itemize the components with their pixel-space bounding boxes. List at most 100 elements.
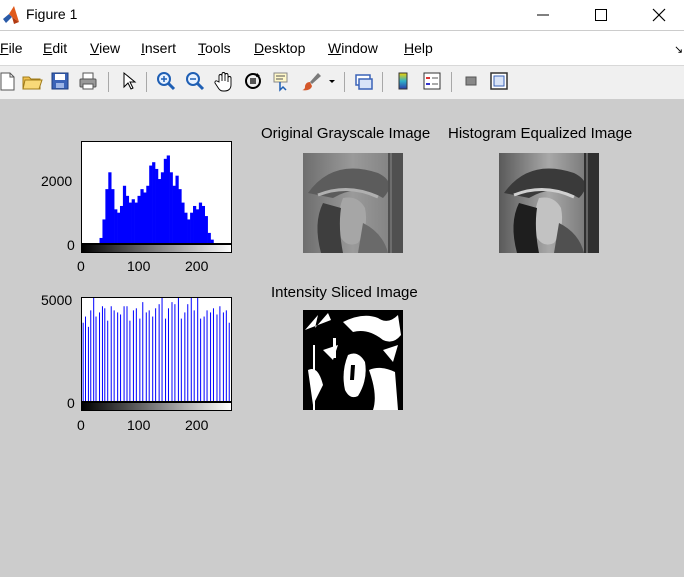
zoom-in-icon[interactable] xyxy=(155,70,177,92)
figure-toolbar xyxy=(0,65,684,100)
original-grayscale-image[interactable] xyxy=(303,153,403,253)
menu-desktop-label: esktop xyxy=(264,40,306,56)
histogram-bar xyxy=(187,219,191,243)
hist2-xtick-0: 0 xyxy=(77,417,85,433)
toolbar-separator xyxy=(451,72,452,92)
menu-help[interactable]: Help xyxy=(404,40,433,56)
histogram-bar xyxy=(125,195,130,243)
intensity-sliced-image[interactable] xyxy=(303,310,403,410)
open-file-icon[interactable] xyxy=(21,70,43,92)
edit-plot-icon[interactable] xyxy=(118,70,140,92)
histogram-bar xyxy=(178,189,182,243)
menu-edit-mnemonic: E xyxy=(43,40,53,56)
save-figure-icon[interactable] xyxy=(49,70,71,92)
maximize-button[interactable] xyxy=(572,0,630,30)
menu-file-label: ile xyxy=(8,40,23,56)
menu-help-mnemonic: H xyxy=(404,40,415,56)
histogram-original-axes[interactable] xyxy=(81,141,232,244)
sliced-image-title: Intensity Sliced Image xyxy=(271,284,418,301)
show-plot-tools-icon[interactable] xyxy=(488,70,510,92)
new-figure-icon[interactable] xyxy=(0,70,18,92)
histogram-bar xyxy=(190,212,194,243)
minimize-icon xyxy=(537,14,549,16)
figure-canvas: 2000 0 0 100 200 5000 0 0 100 200 Origin… xyxy=(0,99,684,577)
histogram-bar xyxy=(210,239,214,243)
menu-tools[interactable]: Tools xyxy=(198,40,231,56)
menu-desktop[interactable]: Desktop xyxy=(254,40,305,56)
histogram-bar xyxy=(163,158,168,243)
histogram-original-colorbar xyxy=(81,244,232,253)
maximize-icon xyxy=(595,9,607,21)
brush-dropdown-icon[interactable] xyxy=(326,70,338,92)
toolbar-separator xyxy=(108,72,109,92)
menu-help-label: elp xyxy=(414,40,433,56)
toolbar-separator xyxy=(146,72,147,92)
histogram-bar xyxy=(169,172,173,243)
histogram-bar xyxy=(137,195,141,243)
matlab-logo-icon xyxy=(3,6,19,24)
histogram-bar xyxy=(152,162,156,243)
zoom-out-icon[interactable] xyxy=(184,70,206,92)
menu-edit[interactable]: Edit xyxy=(43,40,67,56)
toolbar-separator xyxy=(344,72,345,92)
menu-view-label: iew xyxy=(99,40,121,56)
histogram-bar xyxy=(119,205,124,243)
close-button[interactable] xyxy=(630,0,684,30)
menu-window[interactable]: Window xyxy=(328,40,378,56)
histogram-bar xyxy=(166,155,170,243)
histogram-bar xyxy=(204,216,208,243)
menu-insert[interactable]: Insert xyxy=(141,40,176,56)
pan-icon[interactable] xyxy=(213,70,235,92)
hist2-ytick-0: 0 xyxy=(67,395,75,411)
menu-tools-label: ools xyxy=(205,40,231,56)
equalized-image-title: Histogram Equalized Image xyxy=(448,125,633,142)
insert-legend-icon[interactable] xyxy=(421,70,443,92)
hist1-ytick-0: 0 xyxy=(67,237,75,253)
hist1-xtick-0: 0 xyxy=(77,258,85,274)
link-plot-icon[interactable] xyxy=(353,70,375,92)
menu-window-label: indow xyxy=(341,40,378,56)
histogram-bar xyxy=(181,202,185,243)
histogram-bar xyxy=(175,175,179,243)
hide-plot-tools-icon[interactable] xyxy=(460,70,482,92)
histogram-bar xyxy=(99,237,103,243)
hist2-xtick-100: 100 xyxy=(127,417,151,433)
histogram-bar xyxy=(102,219,106,243)
title-bar[interactable]: Figure 1 xyxy=(0,0,684,30)
menu-file[interactable]: File xyxy=(0,40,23,56)
histogram-bar xyxy=(160,172,165,243)
histogram-bar xyxy=(172,185,176,243)
close-icon xyxy=(652,8,666,22)
histogram-bar xyxy=(157,179,162,243)
hist2-ytick-5000: 5000 xyxy=(41,292,73,308)
menu-bar: File Edit View Insert Tools Desktop Wind… xyxy=(0,31,684,65)
original-image-title: Original Grayscale Image xyxy=(261,125,431,142)
menu-desktop-mnemonic: D xyxy=(254,40,265,56)
menu-view[interactable]: View xyxy=(90,40,120,56)
menu-overflow-arrow[interactable]: ↘ xyxy=(674,43,683,56)
menu-file-mnemonic: F xyxy=(0,40,9,56)
hist1-xtick-200: 200 xyxy=(185,258,209,274)
figure-window: Figure 1 File Edit View Insert Tools Des… xyxy=(0,0,684,577)
histogram-bar xyxy=(134,202,138,243)
histogram-equalized-image[interactable] xyxy=(499,153,599,253)
menu-insert-label: nsert xyxy=(144,40,177,56)
print-figure-icon[interactable] xyxy=(77,70,99,92)
histogram-equalized-plot xyxy=(82,298,230,401)
histogram-bar xyxy=(207,232,211,243)
hist2-xtick-200: 200 xyxy=(185,417,209,433)
histogram-bar xyxy=(131,199,135,243)
histogram-equalized-axes[interactable] xyxy=(81,297,232,402)
toolbar-separator xyxy=(382,72,383,92)
brush-icon[interactable] xyxy=(300,70,322,92)
insert-colorbar-icon[interactable] xyxy=(392,70,414,92)
rotate-3d-icon[interactable] xyxy=(242,70,264,92)
menu-tools-mnemonic: T xyxy=(198,40,205,56)
data-cursor-icon[interactable] xyxy=(271,70,293,92)
menu-window-mnemonic: W xyxy=(328,40,342,56)
histogram-bar xyxy=(198,202,203,243)
histogram-bar xyxy=(108,172,112,243)
minimize-button[interactable] xyxy=(514,0,572,30)
histogram-bar xyxy=(140,189,144,243)
histogram-bar xyxy=(114,209,118,243)
